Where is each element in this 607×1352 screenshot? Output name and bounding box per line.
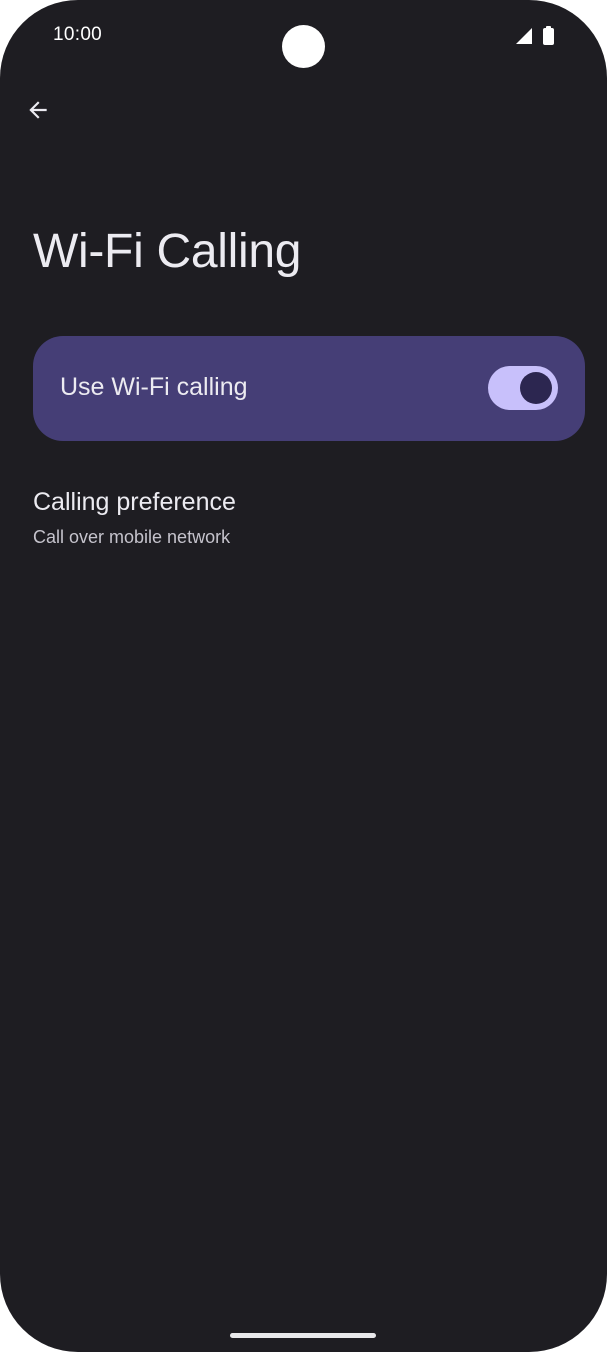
back-button[interactable]: [18, 90, 58, 130]
calling-preference-item[interactable]: Calling preference Call over mobile netw…: [0, 470, 607, 570]
camera-cutout: [282, 25, 325, 68]
battery-icon: [543, 26, 554, 45]
cell-signal-icon: [516, 28, 532, 44]
page-title: Wi-Fi Calling: [33, 225, 302, 278]
toggle-thumb: [520, 372, 552, 404]
wifi-calling-toggle[interactable]: [488, 366, 558, 410]
calling-preference-summary: Call over mobile network: [33, 527, 231, 547]
calling-preference-title: Calling preference: [33, 488, 236, 516]
home-indicator[interactable]: [230, 1333, 376, 1338]
phone-screen: 10:00 Wi-Fi Calling Use Wi-Fi calling Ca…: [0, 0, 607, 1352]
status-time: 10:00: [53, 24, 103, 45]
use-wifi-calling-switch-row[interactable]: Use Wi-Fi calling: [33, 336, 585, 441]
arrow-back-icon: [29, 101, 47, 119]
use-wifi-calling-label: Use Wi-Fi calling: [60, 373, 248, 401]
